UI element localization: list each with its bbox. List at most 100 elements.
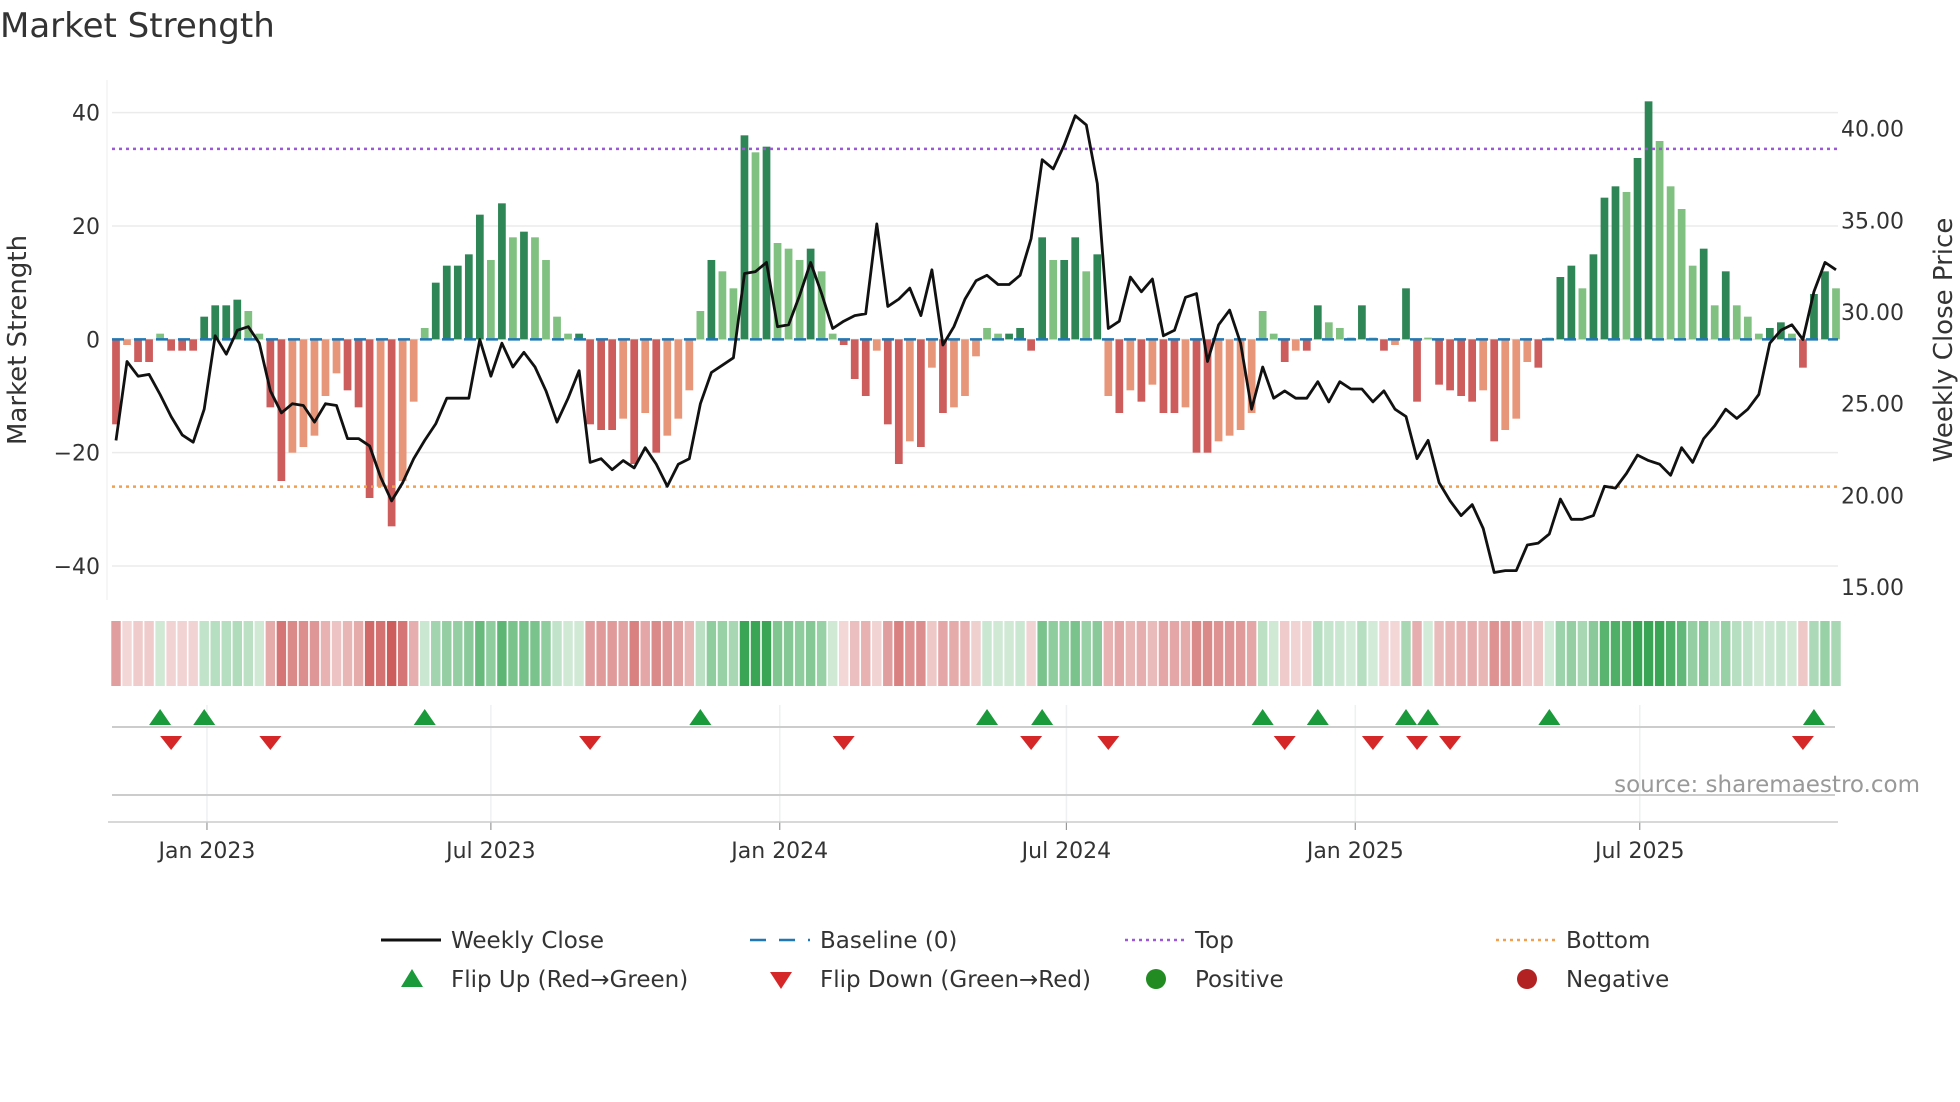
negative-bar [145,339,153,362]
positive-bar [553,316,561,340]
heat-strip-cell [420,621,430,686]
heat-strip-cell [331,621,342,686]
positive-bar [696,311,705,340]
heat-strip-cell [408,621,419,686]
heat-strip-cell [320,621,331,686]
negative-bar [1799,339,1807,368]
negative-bar [928,339,936,368]
heat-strip-cell [1776,621,1786,686]
legend-negative-icon [1517,969,1537,989]
negative-bar [1380,339,1388,351]
flip-up-marker [1306,709,1329,725]
legend-label: Flip Up (Red→Green) [451,967,688,993]
negative-bar [1170,339,1179,413]
flip-down-marker [1097,736,1120,750]
heat-strip-cell [1158,621,1169,686]
negative-bar [1181,339,1190,408]
negative-bar [189,339,198,351]
legend-label: Baseline (0) [820,928,957,954]
heat-strip-cell [1687,621,1698,686]
negative-bar [1115,339,1124,413]
negative-bar [1490,339,1499,442]
heat-strip-cell [1577,621,1588,686]
positive-bar [1335,328,1344,340]
heat-strip-cell [1434,621,1444,686]
positive-bar [200,316,209,340]
positive-bar [1721,271,1730,340]
negative-bar [652,339,661,453]
heat-strip-cell [662,621,672,686]
heat-strip-cell [1136,621,1147,686]
heat-strip-cell [794,621,805,686]
flip-down-marker [1439,736,1462,750]
heat-strip-cell [1787,621,1797,686]
positive-bar [564,333,572,340]
negative-bar [1148,339,1157,385]
negative-bar [1501,339,1510,430]
heat-strip-cell [651,621,661,686]
heat-strip-cell [1235,621,1246,686]
positive-bar [498,203,506,340]
heat-strip-cell [1478,621,1488,686]
positive-bar [542,260,550,340]
positive-bar [1600,197,1609,340]
positive-bar [509,237,517,340]
negative-bar [365,339,374,498]
heat-strip-cell [761,621,772,686]
heat-strip-cell [1291,621,1301,686]
heat-strip-cell [166,621,176,686]
positive-bar [464,254,473,340]
heat-strip-cell [1489,621,1499,686]
negative-bar [850,339,859,379]
heat-strip-cell [353,621,364,686]
heat-strip-cell [475,621,485,686]
positive-bar [211,305,220,340]
heat-strip-cell [453,621,463,686]
positive-bar [1258,311,1267,340]
heat-strip-cell [772,621,783,686]
heat-strip-cell [717,621,728,686]
positive-bar [828,333,837,340]
heat-strip-cell [1676,621,1687,686]
heat-strip-cell [596,621,606,686]
positive-bar [1358,305,1366,340]
negative-bar [1291,339,1300,351]
heat-strip-cell [838,621,849,686]
positive-bar [1060,260,1069,340]
heat-strip-cell [1257,621,1268,686]
flip-down-marker [1361,736,1384,750]
x-tick-label: Jul 2025 [1593,839,1685,864]
heat-strip-cell [1643,621,1654,686]
heat-strip-cell [342,621,353,686]
flip-up-marker [1417,709,1440,725]
positive-bar [1765,328,1774,340]
positive-bar [1633,158,1642,340]
negative-bar [123,339,131,345]
y-tick-label: −20 [54,442,100,467]
heat-strip-cell [1721,621,1731,686]
negative-bar [134,339,142,362]
positive-bar [1016,328,1024,340]
heat-strip-cell [243,621,254,686]
positive-bar [1578,288,1587,340]
heat-strip-cell [1445,621,1455,686]
heat-strip-cell [210,621,220,686]
positive-bar [1071,237,1080,340]
negative-bar [1159,339,1168,413]
flip-down-marker [259,736,282,750]
heat-strip-cell [1754,621,1764,686]
heat-strip-cell [728,621,739,686]
heat-strip-cell [1390,621,1400,686]
flip-up-marker [976,709,999,725]
positive-bar [1082,271,1091,340]
heat-strip-cell [1566,621,1577,686]
heat-strip-cell [1522,621,1532,686]
positive-bar [431,282,440,340]
heat-strip-cell [1500,621,1510,686]
positive-bar [1313,305,1322,340]
positive-bar [1093,254,1102,340]
heat-strip-cell [960,621,970,686]
heat-strip-cell [309,621,320,686]
negative-bar [1512,339,1521,419]
negative-bar [961,339,969,396]
